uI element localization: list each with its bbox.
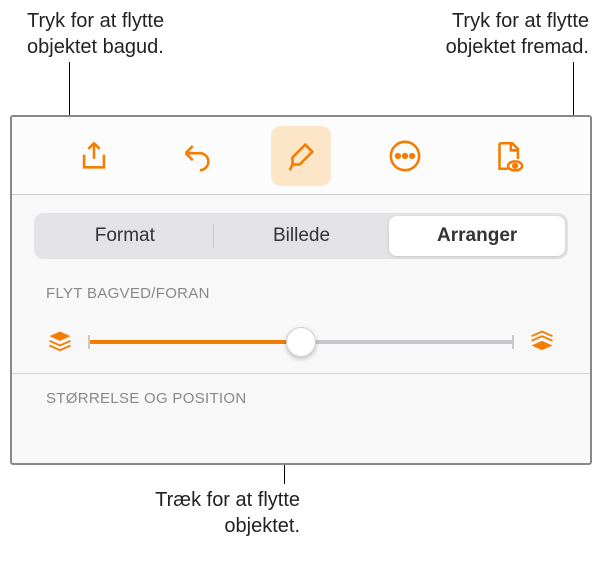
move-forward-button[interactable]: [528, 328, 556, 356]
undo-icon: [180, 139, 214, 173]
slider-track-empty: [301, 340, 514, 344]
format-tabs-container: Format Billede Arranger: [12, 195, 590, 269]
layers-back-icon: [46, 328, 74, 356]
document-eye-icon: [491, 139, 525, 173]
format-brush-button[interactable]: [271, 126, 331, 186]
more-icon: [388, 139, 422, 173]
layers-front-icon: [528, 328, 556, 356]
section-label-move: FLYT BAGVED/FORAN: [12, 269, 590, 314]
move-back-button[interactable]: [46, 328, 74, 356]
slider-tick: [512, 335, 514, 349]
layer-order-row: [12, 314, 590, 374]
tab-arrange[interactable]: Arranger: [389, 216, 565, 256]
document-view-button[interactable]: [478, 126, 538, 186]
callout-drag: Træk for at flytte objektet.: [90, 487, 300, 539]
section-label-size: STØRRELSE OG POSITION: [12, 374, 590, 419]
undo-button[interactable]: [167, 126, 227, 186]
tab-image[interactable]: Billede: [214, 216, 390, 256]
share-button[interactable]: [64, 126, 124, 186]
brush-icon: [284, 139, 318, 173]
callout-move-back: Tryk for at flytte objektet bagud.: [27, 8, 237, 60]
callout-move-forward: Tryk for at flytte objektet fremad.: [379, 8, 589, 60]
more-button[interactable]: [375, 126, 435, 186]
format-tabs: Format Billede Arranger: [34, 213, 568, 259]
slider-track-fill: [88, 340, 301, 344]
layer-order-slider[interactable]: [88, 327, 514, 357]
slider-tick: [88, 335, 90, 349]
tab-format[interactable]: Format: [37, 216, 213, 256]
app-toolbar: [12, 117, 590, 195]
share-icon: [77, 139, 111, 173]
inspector-panel: Format Billede Arranger FLYT BAGVED/FORA…: [10, 115, 592, 465]
slider-thumb[interactable]: [286, 327, 316, 357]
